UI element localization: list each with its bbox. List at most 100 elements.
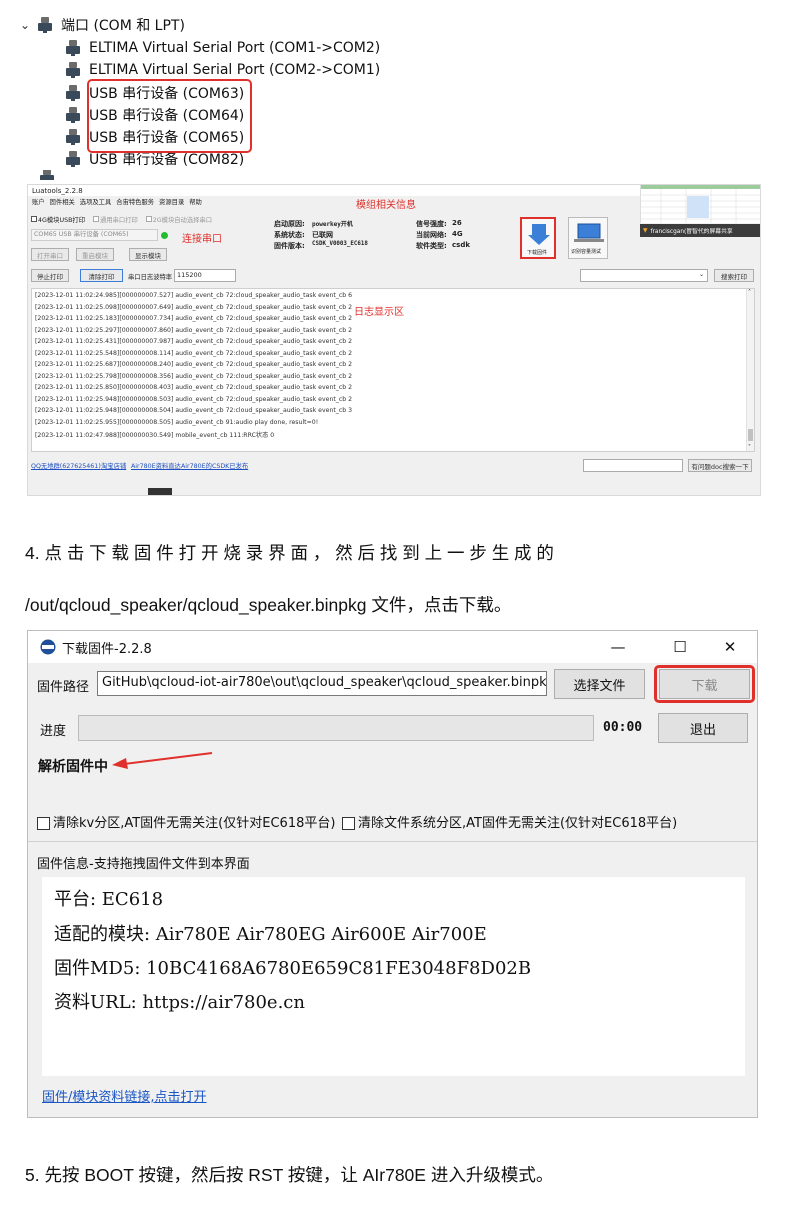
open-port-button[interactable]: 打开串口 [31, 248, 69, 261]
cut-category [40, 170, 68, 180]
doc-search-input[interactable] [583, 459, 683, 472]
net-label: 当前网络: [416, 231, 447, 239]
signal-label: 信号强度: [416, 220, 447, 228]
net-value: 4G [452, 230, 463, 238]
parsing-status: 解析固件中 [38, 759, 108, 775]
boot-reason-value: powerkey开机 [312, 221, 353, 228]
checkbox[interactable] [37, 817, 50, 830]
divider [28, 841, 757, 842]
resource-link[interactable]: 固件/模块资料链接,点击打开 [42, 1086, 207, 1105]
annotation-log: 日志显示区 [354, 307, 404, 318]
path-input[interactable]: GitHub\qcloud-iot-air780e\out\qcloud_spe… [97, 671, 547, 696]
step5-text: 5. 先按 BOOT 按键，然后按 RST 按键，让 AIr780E 进入升级模… [25, 1165, 554, 1185]
menu-item[interactable]: 合宙特色服务 [116, 197, 154, 206]
boot-reason-label: 启动原因: [274, 220, 305, 228]
log-line: [2023-12-01 11:02:25.798][000000008.356]… [35, 372, 353, 380]
log-line: [2023-12-01 11:02:25.687][000000008.240]… [35, 361, 353, 368]
table-thumbnail-icon [641, 185, 760, 223]
log-line: [2023-12-01 11:02:25.850][000000008.403]… [35, 384, 353, 391]
show-module-button[interactable]: 显示模块 [129, 248, 167, 261]
log-line: [2023-12-01 11:02:25.948][000000008.503]… [35, 395, 353, 403]
port-icon [66, 62, 80, 78]
fw-ver-value: CSDK_V0003_EC618 [312, 241, 368, 247]
log-line: [2023-12-01 11:02:25.297][000000007.860]… [35, 326, 353, 334]
sw-type-value: csdk [452, 241, 470, 249]
progress-label: 进度 [40, 724, 67, 739]
search-input[interactable]: ⌄ [580, 269, 708, 282]
scroll-thumb[interactable] [748, 429, 753, 441]
footer-link[interactable]: QQ无地群(627625461) [31, 461, 101, 470]
log-options: 4G模块USB打印 通用串口打印 2G模块自动选择串口 [31, 215, 212, 224]
log-area[interactable]: 日志显示区 [2023-12-01 11:02:24.985][00000000… [31, 288, 755, 452]
log-line: [2023-12-01 11:02:25.098][000000007.649]… [35, 303, 353, 311]
log-scrollbar[interactable]: ˄ ˅ [746, 289, 754, 451]
progress-bar [78, 715, 594, 741]
port-item[interactable]: ELTIMA Virtual Serial Port (COM1->COM2) [66, 37, 380, 59]
log-line: [2023-12-01 11:02:25.183][000000007.734]… [35, 315, 353, 322]
select-file-button[interactable]: 选择文件 [554, 669, 645, 699]
port-icon [66, 85, 80, 101]
share-icon: ▼ [643, 227, 648, 234]
info-platform: 平台: EC618 [54, 889, 164, 910]
annotation-connect: 连接串口 [182, 234, 222, 245]
fw-ver-label: 固件版本: [274, 242, 305, 250]
highlight-box [87, 79, 252, 153]
progress-time: 00:00 [603, 720, 643, 735]
recognize-tool[interactable]: 识别容量测试 [568, 217, 608, 259]
auto-port-check[interactable]: 2G模块自动选择串口 [145, 215, 212, 224]
ports-category[interactable]: ⌄ 端口 (COM 和 LPT) [20, 14, 185, 36]
log-line: [2023-12-01 11:02:25.431][000000007.987]… [35, 338, 353, 345]
log-line: [2023-12-01 11:02:25.955][000000008.505]… [35, 418, 319, 426]
checkbox[interactable] [342, 817, 355, 830]
exit-button[interactable]: 退出 [658, 713, 748, 743]
scroll-down-icon[interactable]: ˅ [748, 444, 751, 451]
baud-select[interactable]: 115200 [174, 269, 236, 282]
ports-category-label: 端口 (COM 和 LPT) [61, 18, 185, 34]
laptop-icon [574, 223, 604, 242]
menu-item[interactable]: 固件相关 [50, 197, 75, 206]
clear-fs-option[interactable]: 清除文件系统分区,AT固件无需关注(仅针对EC618平台) [342, 812, 677, 831]
footer-link[interactable]: 淘宝店铺 [101, 461, 126, 470]
info-url: 资料URL: https://air780e.cn [54, 992, 305, 1013]
maximize-button[interactable]: ☐ [658, 636, 702, 658]
search-print-button[interactable]: 搜索打印 [714, 269, 754, 282]
download-firmware-dialog: 下载固件-2.2.8 — ☐ ✕ 固件路径 GitHub\qcloud-iot-… [27, 630, 758, 1118]
port-icon [38, 17, 52, 33]
footer-link[interactable]: Air780E的CSDK已发布 [181, 461, 248, 470]
clear-kv-option[interactable]: 清除kv分区,AT固件无需关注(仅针对EC618平台) [37, 812, 335, 831]
log-line: [2023-12-01 11:02:47.988][000000030.549]… [35, 432, 275, 439]
info-modules: 适配的模块: Air780E Air780EG Air600E Air700E [54, 924, 487, 945]
usb-print-check[interactable]: 4G模块USB打印 [31, 215, 85, 224]
port-icon [66, 40, 80, 56]
port-select[interactable]: COM65 USB 串行设备 (COM65) [31, 229, 158, 241]
menu-item[interactable]: 选项及工具 [80, 197, 111, 206]
port-label: ELTIMA Virtual Serial Port (COM2->COM1) [89, 62, 381, 78]
signal-value: 26 [452, 219, 462, 227]
chevron-down-icon[interactable]: ⌄ [20, 18, 38, 32]
close-button[interactable]: ✕ [708, 636, 752, 658]
menu-item[interactable]: 帮助 [189, 197, 202, 206]
doc-search-button[interactable]: 有问题doc搜索一下 [688, 459, 752, 472]
menu-item[interactable]: 账户 [32, 197, 45, 206]
port-item[interactable]: ELTIMA Virtual Serial Port (COM2->COM1) [66, 59, 380, 81]
clear-print-button[interactable]: 清除打印 [80, 269, 123, 282]
footer-link[interactable]: Air780E资料直达 [131, 461, 181, 470]
minimize-button[interactable]: — [596, 636, 640, 658]
reboot-button[interactable]: 重启模块 [76, 248, 114, 261]
menu-item[interactable]: 资源目录 [159, 197, 184, 206]
annotation-module-info: 模组相关信息 [356, 200, 416, 211]
port-label: ELTIMA Virtual Serial Port (COM1->COM2) [89, 40, 381, 56]
port-icon [40, 170, 54, 180]
luat-logo-icon [40, 639, 56, 655]
scroll-up-icon[interactable]: ˄ [748, 289, 751, 296]
sys-state-label: 系统状态: [274, 231, 305, 239]
stop-print-button[interactable]: 停止打印 [31, 269, 69, 282]
download-highlight-box [654, 665, 755, 703]
log-line: [2023-12-01 11:02:25.548][000000008.114]… [35, 349, 353, 357]
luatools-title: Luatools_2.2.8 [32, 187, 83, 195]
uart-print-check[interactable]: 通用串口打印 [93, 215, 138, 224]
port-icon [66, 107, 80, 123]
download-firmware-tool[interactable]: 下载固件 [520, 217, 556, 259]
screen-share-bar: ▼ franciscgan(冒智代的屏幕共享 [640, 224, 760, 237]
chevron-down-icon: ⌄ [698, 271, 704, 278]
